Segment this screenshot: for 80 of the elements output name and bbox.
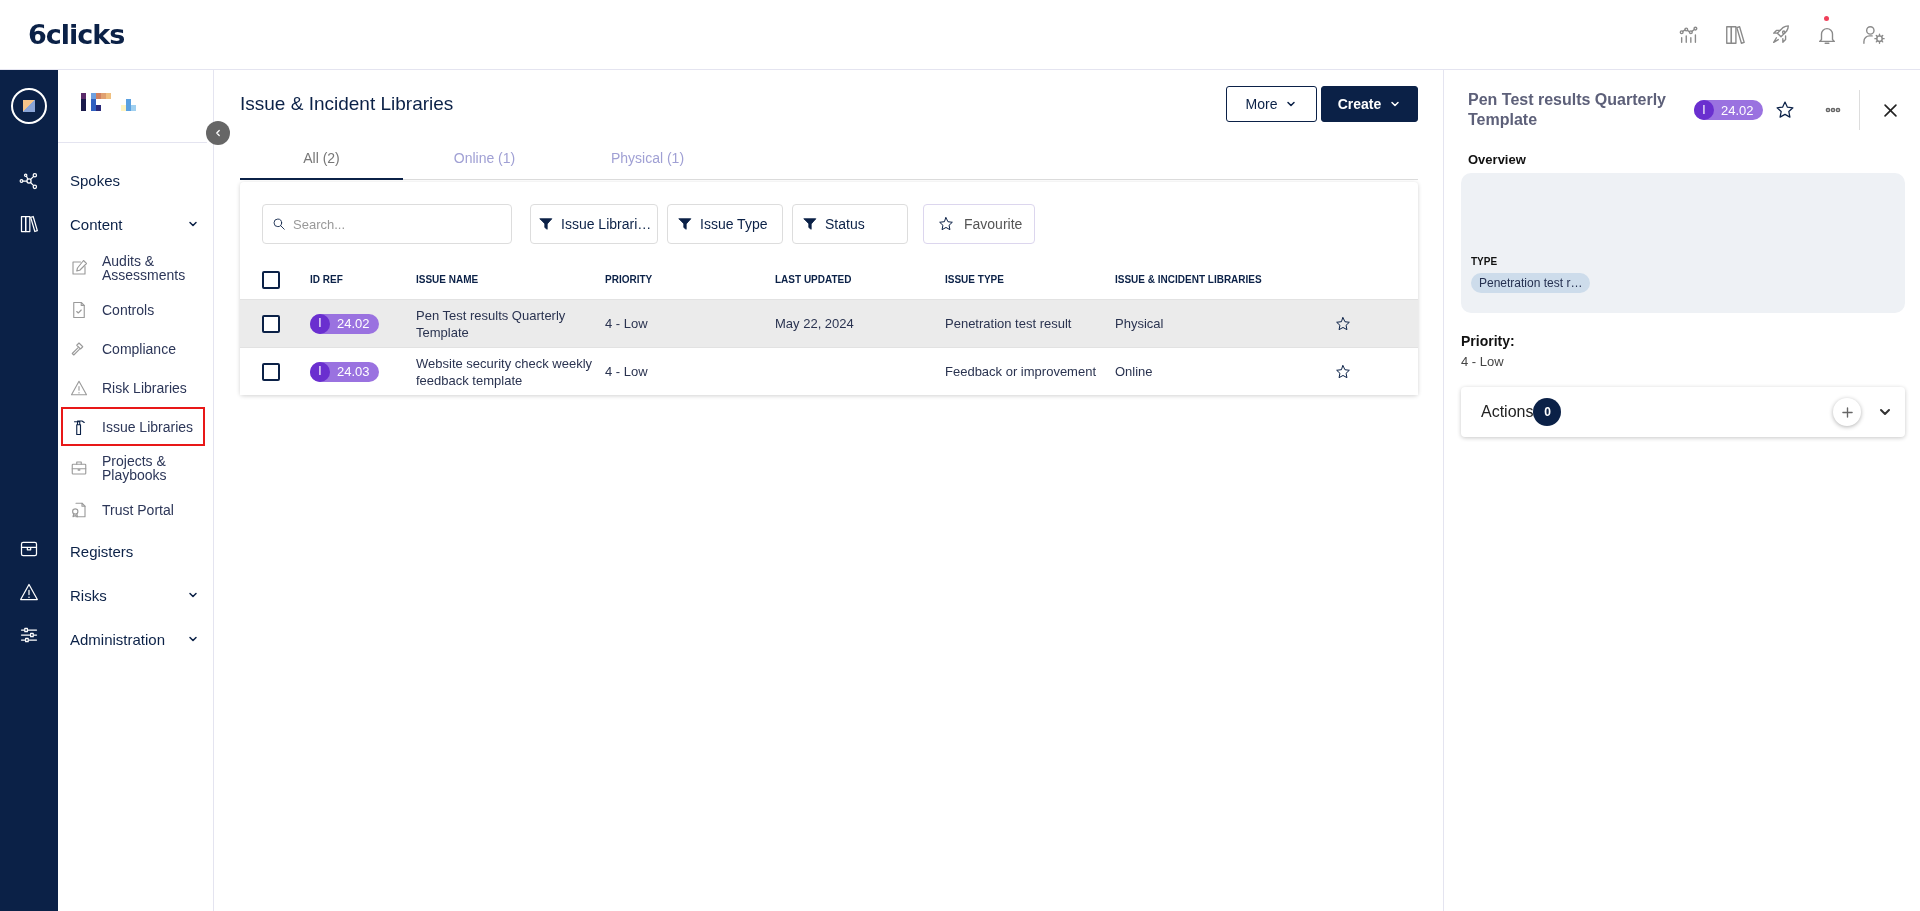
column-header: ISSUE TYPE [945,273,1004,287]
library-icon[interactable] [19,214,39,234]
column-header: ISSUE & INCIDENT LIBRARIES [1115,273,1262,287]
nav-section[interactable]: Registers [58,529,213,573]
panel-title: Pen Test results Quarterly Template [1468,90,1667,130]
section-heading: Actions [1481,403,1534,421]
avatar[interactable] [11,88,47,124]
id-badge: I 24.02 [310,313,379,334]
section-heading: Overview [1468,152,1527,167]
tab[interactable]: All (2) [240,138,403,180]
filter-button[interactable]: Status [792,204,908,244]
rocket-icon[interactable] [1770,23,1792,46]
network-icon[interactable] [19,171,39,191]
logo: 6clicks [28,19,125,50]
nav-section[interactable]: Risks [58,573,213,617]
user-settings-icon[interactable] [1862,23,1886,46]
column-header: PRIORITY [605,273,653,287]
star-icon[interactable] [1335,363,1351,380]
nav-item[interactable]: Compliance [61,329,205,368]
table-cell-text: Website security check weekly feedback template [416,354,594,389]
count-badge: 0 [1533,398,1562,426]
filter-icon [539,216,553,232]
nav-item-icon [70,259,88,277]
nav-item[interactable]: Risk Libraries [61,368,205,407]
close-icon[interactable] [1883,103,1897,117]
column-header: ISSUE NAME [416,273,479,287]
id-badge: I 24.03 [310,361,379,382]
search-icon [272,217,286,231]
table-row[interactable]: I 24.03 Website security check weekly feedback template 4 - Low Feedback or improvement Online [240,348,1418,395]
star-icon [938,216,954,232]
filter-icon [678,216,692,232]
checkbox[interactable] [262,314,280,333]
checkbox[interactable] [262,270,280,289]
chevron-left-icon [213,128,223,138]
add-button[interactable] [1833,398,1861,426]
type-tag: Penetration test r… [1471,273,1591,293]
column-header: ID REF [310,273,343,287]
field-label: Priority: [1461,333,1516,349]
table-cell: 4 - Low [605,315,648,332]
nav-item[interactable]: Projects & Playbooks [61,446,205,490]
star-icon[interactable] [1335,315,1351,332]
field-value: 4 - Low [1461,354,1505,369]
nav-section[interactable]: Administration [58,617,213,661]
table-cell: Penetration test result [945,315,1072,332]
table-cell: May 22, 2024 [775,315,854,332]
nav-item[interactable]: Issue Libraries [61,407,205,446]
plus-icon [1841,406,1853,418]
filter-button[interactable]: Issue Librari… [530,204,658,244]
column-header: LAST UPDATED [775,273,852,287]
table-cell-text: Pen Test results Quarterly Template [416,306,567,341]
nav-item-icon [70,459,88,477]
warning-icon[interactable] [19,582,39,602]
box-icon[interactable] [19,539,39,559]
page-title: Issue & Incident Libraries [240,93,454,115]
filter-icon [803,216,817,232]
nav-section[interactable]: Spokes [58,158,213,202]
table-cell: Physical [1115,315,1164,332]
search-field[interactable]: Search... [262,204,512,244]
favourite-filter-button[interactable]: Favourite [923,204,1035,244]
id-badge: I 24.02 [1694,100,1763,120]
checkbox[interactable] [262,362,280,381]
collapse-button[interactable] [206,121,230,145]
star-icon[interactable] [1774,100,1795,120]
nav-section[interactable]: Content [58,202,213,246]
more-icon[interactable] [1824,107,1841,113]
more-button[interactable]: More [1226,86,1317,122]
nav-item[interactable]: Audits & Assessments [61,246,205,290]
table-cell: Online [1115,363,1153,380]
table-row[interactable]: I 24.02 Pen Test results Quarterly Template 4 - Low May 22, 2024 Penetration test result Physical [240,300,1418,348]
nav-item[interactable]: Controls [61,290,205,329]
table-cell: Feedback or improvement [945,363,1096,380]
sliders-icon[interactable] [19,625,39,645]
filter-button[interactable]: Issue Type [667,204,783,244]
nav-item-icon [70,500,88,519]
nav-item-icon [70,378,88,397]
field-label: TYPE [1471,256,1499,267]
table-cell: 4 - Low [605,363,648,380]
nav-item[interactable]: Trust Portal [61,490,205,529]
nav-item-icon [70,300,88,319]
create-button[interactable]: Create [1321,86,1418,122]
